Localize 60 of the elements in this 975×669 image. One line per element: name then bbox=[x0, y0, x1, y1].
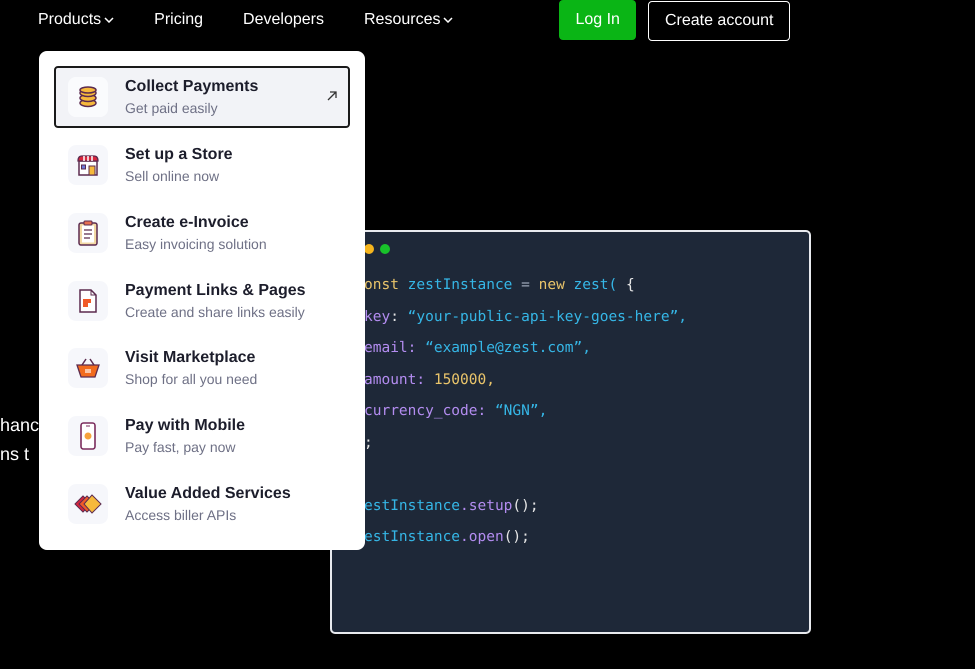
nav-link[interactable]: Developers bbox=[243, 11, 324, 29]
diamonds-icon bbox=[73, 493, 103, 516]
menu-item[interactable]: Payment Links & Pages Create and share links easily bbox=[54, 270, 350, 332]
item-title: Value Added Services bbox=[125, 485, 291, 504]
code-token: 150000, bbox=[434, 372, 495, 388]
nav-link[interactable]: Products bbox=[38, 11, 114, 29]
code-token: currency_code: bbox=[364, 403, 488, 419]
code-token: (); bbox=[512, 498, 539, 514]
menu-item[interactable]: Collect Payments Get paid easily bbox=[54, 66, 350, 128]
basket-icon bbox=[75, 357, 101, 380]
menu-item[interactable]: Set up a Store Sell online now bbox=[54, 134, 350, 196]
item-subtitle: Shop for all you need bbox=[125, 371, 258, 388]
code-token: key bbox=[364, 308, 390, 324]
hero-text: ns t bbox=[0, 444, 30, 465]
nav-link[interactable]: Pricing bbox=[154, 11, 204, 29]
code-token: (); bbox=[504, 529, 530, 545]
arrow-up-right-icon bbox=[326, 90, 338, 102]
clipboard-icon bbox=[77, 220, 99, 246]
code-token: = bbox=[521, 277, 531, 293]
code-token: “NGN”, bbox=[494, 403, 548, 419]
document-icon bbox=[77, 288, 99, 314]
store-icon bbox=[76, 152, 100, 177]
phone-icon bbox=[79, 422, 97, 450]
code-token: “your-public-api-key-goes-here”, bbox=[408, 308, 688, 324]
item-title: Set up a Store bbox=[125, 146, 233, 164]
item-subtitle: Access biller APIs bbox=[125, 507, 238, 524]
nav-link[interactable]: Resources bbox=[364, 11, 454, 29]
item-title: Pay with Mobile bbox=[125, 417, 246, 436]
item-title: Visit Marketplace bbox=[125, 349, 256, 368]
menu-item[interactable]: Pay with Mobile Pay fast, pay now bbox=[54, 405, 350, 468]
item-subtitle: Get paid easily bbox=[125, 100, 219, 116]
item-title: Create e-Invoice bbox=[125, 214, 250, 232]
menu-item[interactable]: Create e-Invoice Easy invoicing solution bbox=[54, 202, 350, 264]
code-token: .setup bbox=[460, 498, 512, 514]
item-title: Payment Links & Pages bbox=[125, 282, 306, 300]
code-token: onst bbox=[364, 277, 400, 293]
item-subtitle: Create and share links easily bbox=[125, 304, 306, 320]
item-subtitle: Pay fast, pay now bbox=[125, 439, 237, 456]
code-token: email: bbox=[364, 340, 418, 356]
code-token: zestInstance bbox=[408, 277, 514, 293]
code-token: estInstance bbox=[364, 498, 460, 514]
window-dot-icon bbox=[380, 244, 390, 254]
coins-icon bbox=[78, 86, 98, 108]
code-token: zest( bbox=[574, 277, 618, 293]
code-token: new bbox=[538, 277, 566, 293]
item-title: Collect Payments bbox=[125, 78, 258, 96]
create-account-button[interactable]: Create account bbox=[648, 0, 790, 40]
code-token: estInstance bbox=[364, 529, 460, 545]
item-subtitle: Easy invoicing solution bbox=[125, 236, 267, 252]
code-token: { bbox=[626, 277, 635, 293]
item-subtitle: Sell online now bbox=[125, 168, 220, 184]
code-token: “example@zest.com”, bbox=[425, 340, 591, 356]
menu-item[interactable]: Value Added Services Access biller APIs bbox=[54, 473, 350, 536]
code-token: ; bbox=[364, 434, 373, 450]
code-token: amount: bbox=[364, 372, 426, 388]
code-token: : bbox=[390, 308, 400, 324]
hero-text: hanc bbox=[0, 415, 40, 436]
window-dot-icon bbox=[364, 244, 374, 254]
code-token: .open bbox=[460, 529, 504, 545]
menu-item[interactable]: Visit Marketplace Shop for all you need bbox=[54, 337, 350, 400]
